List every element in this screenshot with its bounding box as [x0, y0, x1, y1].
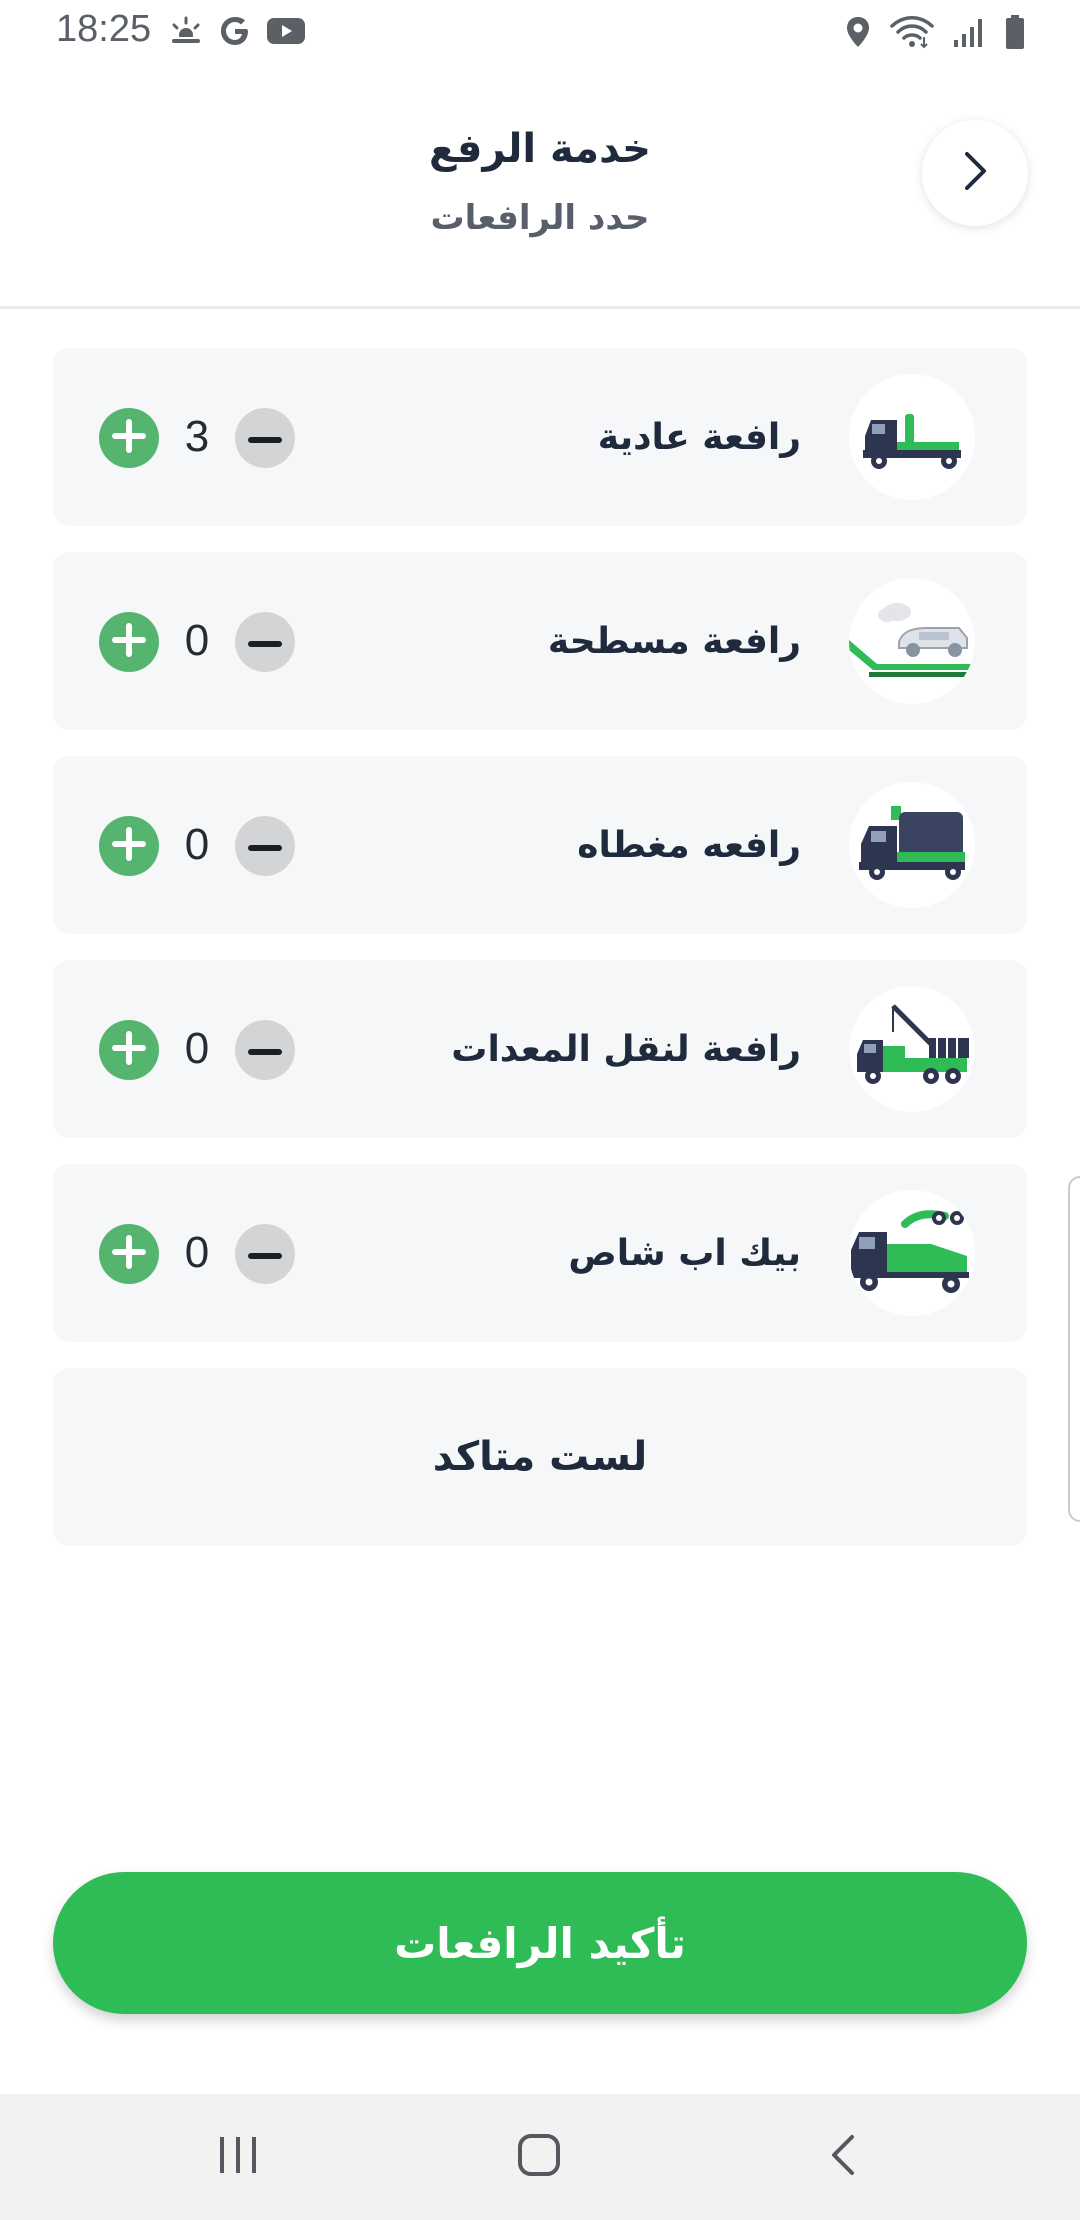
signal-icon	[952, 16, 986, 48]
quantity-value: 3	[184, 412, 210, 461]
tow-type-card: بيك اب شاص 0	[53, 1164, 1027, 1342]
google-icon	[218, 14, 252, 48]
minus-icon	[248, 837, 282, 856]
increase-button[interactable]	[99, 1020, 159, 1080]
battery-icon	[1004, 14, 1026, 50]
decrease-button[interactable]	[235, 408, 295, 468]
covered-tow-truck-icon	[849, 782, 975, 908]
plus-icon	[112, 1235, 146, 1273]
equipment-crane-truck-icon	[849, 986, 975, 1112]
quantity-value: 0	[184, 820, 210, 869]
status-bar: 18:25	[0, 0, 1080, 64]
minus-icon	[248, 1041, 282, 1060]
status-left-icons	[168, 14, 306, 48]
confirm-label: تأكيد الرافعات	[394, 1918, 686, 1968]
tow-type-card: رافعة عادية 3	[53, 348, 1027, 526]
tow-type-list: رافعة عادية 3 رافعة مسطحة 0 رافعه مغطاه …	[53, 348, 1027, 1546]
home-button[interactable]	[506, 2124, 572, 2190]
confirm-tow-trucks-button[interactable]: تأكيد الرافعات	[53, 1872, 1027, 2014]
not-sure-label: لست متاكد	[432, 1434, 648, 1480]
home-icon	[516, 2132, 562, 2182]
chevron-right-icon	[955, 148, 995, 198]
recent-apps-icon	[216, 2135, 260, 2179]
regular-tow-truck-icon	[849, 374, 975, 500]
tow-type-label: رافعة عادية	[597, 416, 801, 458]
youtube-icon	[266, 16, 306, 46]
back-button[interactable]	[922, 120, 1028, 226]
recent-apps-button[interactable]	[205, 2124, 271, 2190]
tow-type-card: رافعة مسطحة 0	[53, 552, 1027, 730]
tow-type-label: رافعة لنقل المعدات	[451, 1028, 801, 1070]
screen: 18:25 خدمة الرفع حدد الرافعات رافعة عادي…	[0, 0, 1080, 2220]
wifi-icon	[890, 15, 934, 49]
tow-type-card: رافعة لنقل المعدات 0	[53, 960, 1027, 1138]
back-icon	[828, 2133, 858, 2181]
increase-button[interactable]	[99, 816, 159, 876]
plus-icon	[112, 419, 146, 457]
minus-icon	[248, 429, 282, 448]
decrease-button[interactable]	[235, 1224, 295, 1284]
scroll-handle[interactable]	[1068, 1176, 1080, 1522]
quantity-value: 0	[184, 1024, 210, 1073]
tow-type-label: رافعة مسطحة	[547, 620, 801, 662]
increase-button[interactable]	[99, 408, 159, 468]
status-time: 18:25	[56, 8, 152, 50]
pickup-chassis-truck-icon	[849, 1190, 975, 1316]
decrease-button[interactable]	[235, 612, 295, 672]
system-back-button[interactable]	[810, 2124, 876, 2190]
weather-sunrise-icon	[168, 15, 204, 47]
navigation-bar	[0, 2094, 1080, 2220]
page-title: خدمة الرفع	[428, 126, 651, 172]
status-right-icons	[844, 14, 1026, 50]
increase-button[interactable]	[99, 1224, 159, 1284]
decrease-button[interactable]	[235, 1020, 295, 1080]
plus-icon	[112, 1031, 146, 1069]
decrease-button[interactable]	[235, 816, 295, 876]
location-icon	[844, 15, 872, 49]
tow-type-label: بيك اب شاص	[568, 1232, 801, 1274]
header: خدمة الرفع حدد الرافعات	[0, 64, 1080, 309]
quantity-value: 0	[184, 1228, 210, 1277]
minus-icon	[248, 1245, 282, 1264]
minus-icon	[248, 633, 282, 652]
tow-type-card: رافعه مغطاه 0	[53, 756, 1027, 934]
flatbed-tow-truck-icon	[849, 578, 975, 704]
increase-button[interactable]	[99, 612, 159, 672]
not-sure-option[interactable]: لست متاكد	[53, 1368, 1027, 1546]
quantity-value: 0	[184, 616, 210, 665]
plus-icon	[112, 623, 146, 661]
page-subtitle: حدد الرافعات	[430, 198, 650, 238]
tow-type-label: رافعه مغطاه	[577, 824, 801, 866]
plus-icon	[112, 827, 146, 865]
